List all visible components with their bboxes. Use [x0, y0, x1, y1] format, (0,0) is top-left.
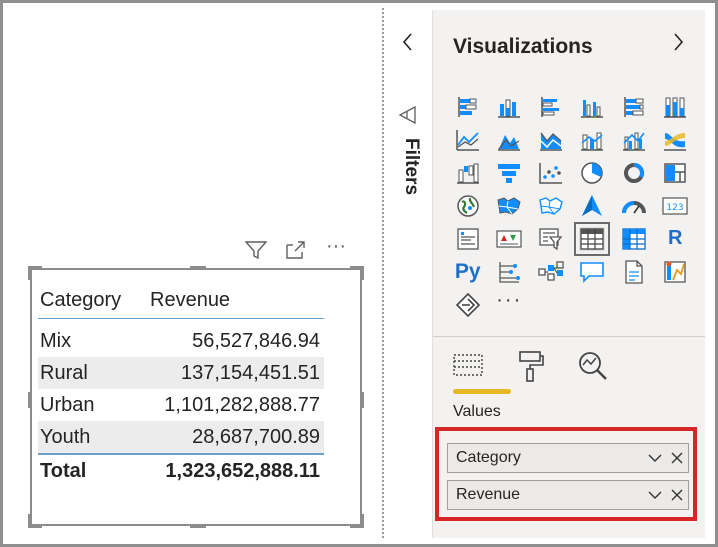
visualizations-title: Visualizations — [453, 35, 593, 58]
field-pill-label: Revenue — [456, 486, 521, 503]
filter-pane-icon — [398, 104, 418, 131]
table-row[interactable]: Youth 28,687,700.89 — [38, 421, 324, 454]
qa-icon[interactable] — [572, 255, 614, 288]
line-and-stacked-column-chart-icon[interactable] — [572, 123, 614, 156]
table-header-row: Category Revenue — [38, 278, 324, 319]
resize-handle-top[interactable] — [190, 266, 206, 270]
resize-handle-bottom[interactable] — [190, 524, 206, 528]
line-and-clustered-column-chart-icon[interactable] — [613, 123, 655, 156]
canvas-divider — [382, 8, 384, 538]
table-icon[interactable] — [572, 221, 614, 256]
cell-revenue: 1,101,282,888.77 — [164, 393, 320, 416]
cell-revenue: 28,687,700.89 — [138, 421, 324, 454]
r-visual-label: R — [668, 227, 683, 249]
table-row[interactable]: Urban 1,101,282,888.77 — [38, 389, 324, 421]
card-icon[interactable]: 123 — [655, 189, 697, 222]
filled-map-icon[interactable] — [489, 189, 531, 222]
ribbon-chart-icon[interactable] — [655, 123, 697, 156]
resize-handle-top-right[interactable] — [350, 266, 364, 280]
decomposition-tree-icon[interactable] — [530, 255, 572, 288]
resize-handle-left[interactable] — [28, 392, 32, 408]
chevron-down-icon[interactable] — [644, 481, 666, 509]
close-icon[interactable] — [666, 444, 688, 472]
resize-handle-bottom-left[interactable] — [28, 514, 42, 528]
area-chart-icon[interactable] — [489, 123, 531, 156]
line-chart-icon[interactable] — [447, 123, 489, 156]
close-icon[interactable] — [666, 481, 688, 509]
clustered-column-chart-icon[interactable] — [572, 90, 614, 123]
stacked-column-chart-icon[interactable] — [489, 90, 531, 123]
values-well[interactable]: Category Revenue — [435, 427, 697, 521]
matrix-icon[interactable] — [613, 222, 655, 255]
treemap-icon[interactable] — [655, 156, 697, 189]
more-visuals-dots: ··· — [496, 289, 523, 311]
field-pill-revenue[interactable]: Revenue — [447, 480, 689, 510]
scatter-chart-icon[interactable] — [530, 156, 572, 189]
focus-mode-icon[interactable] — [283, 238, 309, 262]
map-icon[interactable] — [447, 189, 489, 222]
visual-header: ··· — [243, 235, 349, 262]
power-apps-icon[interactable] — [447, 288, 489, 321]
donut-chart-icon[interactable] — [613, 156, 655, 189]
table-row[interactable]: Rural 137,154,451.51 — [38, 357, 324, 389]
analytics-tab-icon[interactable] — [573, 344, 613, 388]
100-stacked-bar-chart-icon[interactable] — [613, 90, 655, 123]
python-visual-label: Py — [454, 259, 481, 283]
pie-chart-icon[interactable] — [572, 156, 614, 189]
filters-label[interactable]: Filters — [392, 138, 422, 195]
visual-gallery: 123 R Py ··· — [447, 90, 697, 321]
resize-handle-right[interactable] — [360, 392, 364, 408]
table-visual[interactable]: Category Revenue Mix 56,527,846.94 Rural… — [28, 266, 364, 528]
chevron-right-icon[interactable] — [673, 32, 685, 57]
filters-pane-collapsed[interactable] — [385, 3, 431, 544]
field-pill-label: Category — [456, 449, 521, 466]
more-visuals-icon[interactable]: ··· — [489, 288, 531, 321]
stacked-area-chart-icon[interactable] — [530, 123, 572, 156]
table-row[interactable]: Mix 56,527,846.94 — [38, 319, 324, 358]
cell-category: Rural — [38, 357, 138, 389]
cell-category: Youth — [38, 421, 138, 454]
cell-revenue: 56,527,846.94 — [192, 329, 320, 352]
waterfall-chart-icon[interactable] — [447, 156, 489, 189]
total-revenue: 1,323,652,888.11 — [138, 453, 324, 487]
paginated-report-icon[interactable] — [655, 255, 697, 288]
data-table: Category Revenue Mix 56,527,846.94 Rural… — [38, 278, 324, 487]
total-label: Total — [38, 453, 138, 487]
python-visual-icon[interactable]: Py — [447, 255, 489, 288]
chevron-down-icon[interactable] — [644, 444, 666, 472]
column-header-revenue[interactable]: Revenue — [138, 278, 324, 319]
column-header-category[interactable]: Category — [38, 278, 138, 319]
multi-row-card-icon[interactable] — [447, 222, 489, 255]
azure-map-icon[interactable] — [572, 189, 614, 222]
format-tab-icon[interactable] — [511, 344, 551, 388]
clustered-bar-chart-icon[interactable] — [530, 90, 572, 123]
smart-narrative-icon[interactable] — [613, 255, 655, 288]
kpi-icon[interactable] — [489, 222, 531, 255]
cell-category: Urban — [40, 393, 95, 416]
key-influencers-icon[interactable] — [489, 255, 531, 288]
funnel-chart-icon[interactable] — [489, 156, 531, 189]
gauge-icon[interactable] — [613, 189, 655, 222]
filter-icon[interactable] — [243, 238, 269, 262]
table-total-row: Total 1,323,652,888.11 — [38, 453, 324, 487]
pane-divider — [433, 336, 705, 337]
stacked-bar-chart-icon[interactable] — [447, 90, 489, 123]
r-visual-icon[interactable]: R — [655, 222, 697, 255]
chevron-left-icon[interactable] — [401, 32, 413, 57]
slicer-icon[interactable] — [530, 222, 572, 255]
resize-handle-bottom-right[interactable] — [350, 514, 364, 528]
values-well-label: Values — [453, 403, 501, 420]
100-stacked-column-chart-icon[interactable] — [655, 90, 697, 123]
shape-map-icon[interactable] — [530, 189, 572, 222]
cell-revenue: 137,154,451.51 — [138, 357, 324, 389]
cell-category: Mix — [40, 329, 72, 352]
fields-tab-icon[interactable] — [449, 344, 511, 394]
field-pill-category[interactable]: Category — [447, 443, 689, 473]
more-options-icon[interactable]: ··· — [323, 234, 349, 258]
pane-tabs — [449, 344, 613, 394]
visualizations-pane: Visualizations 123 R Py ··· Values Categ… — [432, 10, 705, 538]
card-value: 123 — [667, 203, 684, 213]
